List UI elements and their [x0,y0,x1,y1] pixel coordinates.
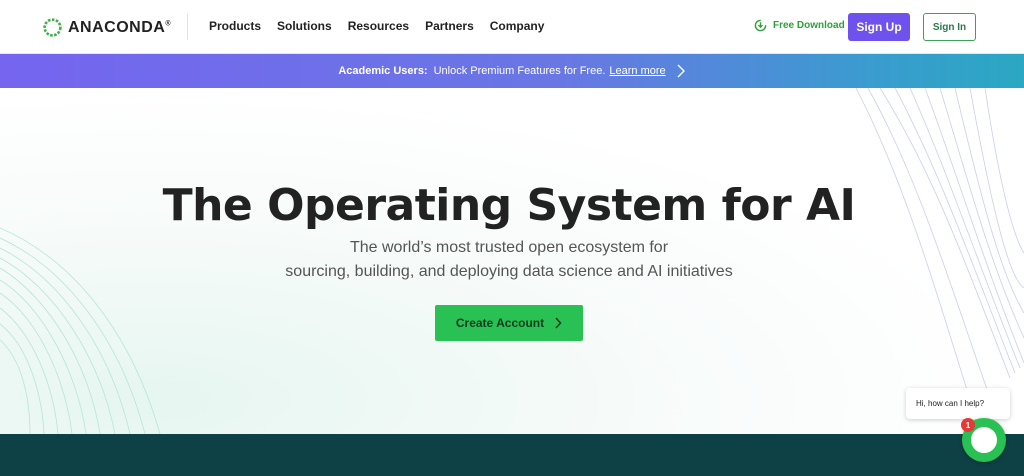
chat-notification-badge: 1 [961,418,975,432]
academic-banner: Academic Users: Unlock Premium Features … [0,54,1024,88]
header-divider [187,14,188,40]
hero-subtitle-line-1: The world’s most trusted open ecosystem … [349,239,669,256]
hero-title: The Operating System for AI [162,180,856,231]
sign-up-button[interactable]: Sign Up [848,13,910,41]
sign-in-button[interactable]: Sign In [923,13,976,41]
banner-prefix: Academic Users: [338,65,428,77]
anaconda-logo-icon [43,18,62,37]
dark-footer-band [0,434,1024,476]
nav-item-products[interactable]: Products [209,19,261,33]
learn-more-link[interactable]: Learn more [609,65,665,77]
chevron-right-icon [555,317,562,329]
brand-name: ANACONDA® [68,18,171,36]
banner-text: Unlock Premium Features for Free. [433,65,606,77]
nav-item-company[interactable]: Company [490,19,545,33]
chevron-right-icon[interactable] [676,64,686,78]
free-download-link[interactable]: Free Download [754,19,845,32]
nav-item-solutions[interactable]: Solutions [277,19,332,33]
hero-section: The Operating System for AI The world’s … [0,88,1024,434]
hero-subtitle-line-2: sourcing, building, and deploying data s… [285,263,733,280]
nav-item-resources[interactable]: Resources [348,19,409,33]
chat-greeting-bubble[interactable]: Hi, how can I help? [906,388,1010,419]
nav-item-partners[interactable]: Partners [425,19,474,33]
main-nav: Products Solutions Resources Partners Co… [209,19,544,33]
create-account-label: Create Account [455,316,545,330]
anaconda-logo[interactable]: ANACONDA® [42,17,171,38]
site-header: ANACONDA® Products Solutions Resources P… [0,0,1024,54]
download-icon [754,19,767,32]
free-download-label: Free Download [773,20,845,31]
hero-subtitle: The world’s most trusted open ecosystem … [0,236,1018,284]
create-account-button[interactable]: Create Account [435,305,583,341]
